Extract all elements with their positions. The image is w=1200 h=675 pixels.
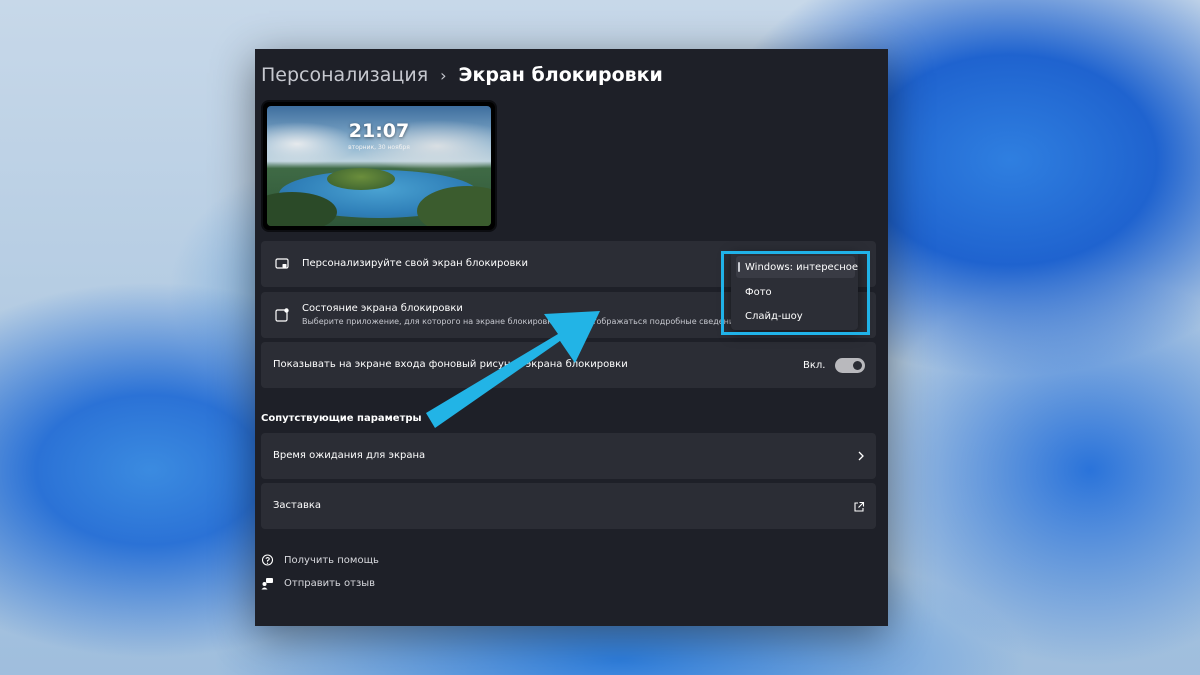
screen-timeout-label: Время ожидания для экрана (273, 450, 426, 461)
feedback-icon (261, 577, 273, 589)
preview-time: 21:07 (348, 120, 410, 142)
toggle-state-label: Вкл. (803, 360, 826, 371)
screensaver-label: Заставка (273, 500, 322, 511)
external-link-icon (854, 501, 865, 512)
breadcrumb-parent[interactable]: Персонализация (261, 64, 428, 86)
lock-screen-status-label: Состояние экрана блокировки (302, 303, 463, 314)
screen-timeout-card[interactable]: Время ожидания для экрана (261, 433, 876, 479)
related-settings-heading: Сопутствующие параметры (261, 413, 422, 424)
breadcrumb-separator-icon: › (440, 65, 447, 85)
send-feedback-link[interactable]: Отправить отзыв (261, 575, 375, 591)
signin-background-card: Показывать на экране входа фоновый рисун… (261, 342, 876, 388)
preview-island (327, 168, 395, 190)
dropdown-option-label: Windows: интересное (745, 261, 859, 273)
lock-screen-preview: 21:07 вторник, 30 ноября (261, 100, 497, 232)
dropdown-option-windows-spotlight[interactable]: Windows: интересное (736, 256, 859, 278)
lock-screen-status-description: Выберите приложение, для которого на экр… (302, 317, 793, 326)
dropdown-option-label: Фото (745, 286, 772, 298)
send-feedback-label: Отправить отзыв (284, 577, 376, 589)
signin-background-label: Показывать на экране входа фоновый рисун… (273, 359, 628, 370)
personalize-lock-screen-label: Персонализируйте свой экран блокировки (302, 258, 528, 269)
status-app-icon (275, 308, 289, 322)
breadcrumb: Персонализация › Экран блокировки (261, 61, 663, 89)
lock-screen-icon (275, 258, 289, 269)
chevron-right-icon (858, 451, 864, 461)
help-icon (261, 553, 274, 566)
selected-indicator (738, 262, 740, 272)
settings-window: Персонализация › Экран блокировки 21:07 … (255, 49, 888, 626)
dropdown-option-label: Слайд-шоу (745, 310, 803, 322)
screensaver-card[interactable]: Заставка (261, 483, 876, 529)
signin-background-toggle[interactable] (835, 358, 865, 373)
page-title: Экран блокировки (458, 64, 663, 86)
get-help-label: Получить помощь (284, 554, 379, 566)
dropdown-option-photo[interactable]: Фото (736, 281, 855, 303)
preview-date: вторник, 30 ноября (348, 144, 410, 151)
preview-wallpaper: 21:07 вторник, 30 ноября (267, 106, 491, 226)
get-help-link[interactable]: Получить помощь (261, 552, 379, 568)
toggle-knob (853, 361, 862, 370)
dropdown-option-slideshow[interactable]: Слайд-шоу (736, 305, 855, 327)
personalize-dropdown-menu: Windows: интересное Фото Слайд-шоу (731, 251, 858, 330)
